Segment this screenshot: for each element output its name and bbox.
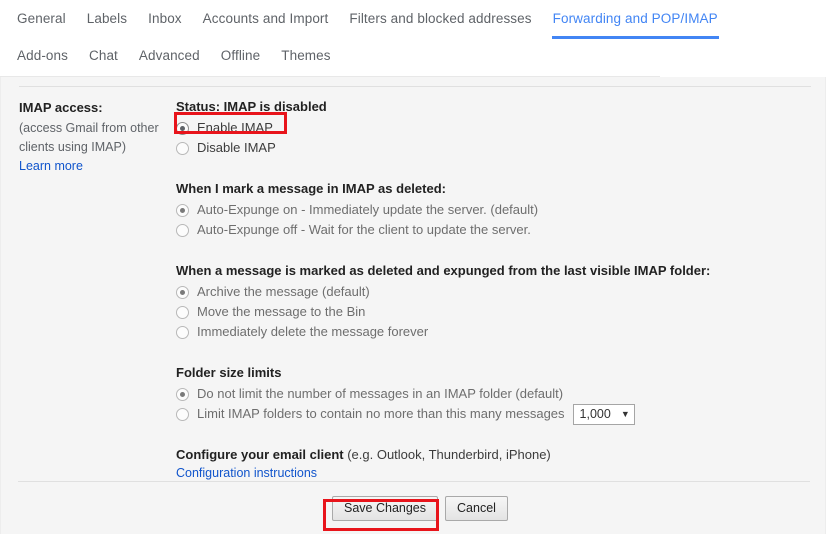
tab-forwarding-and-pop-imap[interactable]: Forwarding and POP/IMAP [551,0,719,39]
radio-no-folder-limit[interactable]: Do not limit the number of messages in a… [176,384,816,404]
tab-labels[interactable]: Labels [87,0,127,26]
radio-delete-forever[interactable]: Immediately delete the message forever [176,322,816,342]
radio-limit-folder-size-indicator[interactable] [176,407,189,421]
footer-button-group: Save Changes Cancel [332,496,508,521]
configure-email-client-examples: (e.g. Outlook, Thunderbird, iPhone) [343,447,551,462]
imap-access-subtitle-line1: (access Gmail from other [19,121,159,135]
tab-row-primary: General Labels Inbox Accounts and Import… [0,0,826,39]
tab-accounts-and-import-label: Accounts and Import [202,11,329,26]
radio-auto-expunge-off[interactable]: Auto-Expunge off - Wait for the client t… [176,220,816,240]
radio-enable-imap[interactable]: Enable IMAP [176,118,816,138]
cancel-button[interactable]: Cancel [445,496,508,521]
imap-status-text: Status: IMAP is disabled [176,99,327,114]
radio-auto-expunge-on-label: Auto-Expunge on - Immediately update the… [197,202,539,217]
radio-auto-expunge-off-indicator[interactable] [176,223,189,237]
radio-limit-folder-size-label: Limit IMAP folders to contain no more th… [197,406,565,421]
tab-offline[interactable]: Offline [221,38,260,63]
tab-themes-label: Themes [281,48,331,63]
radio-enable-imap-indicator[interactable] [176,121,189,135]
radio-archive-message-label: Archive the message (default) [197,284,370,299]
radio-auto-expunge-on-indicator[interactable] [176,203,189,217]
tab-chat[interactable]: Chat [89,38,118,63]
radio-delete-forever-indicator[interactable] [176,325,189,339]
footer-divider [18,481,810,482]
tab-general-label: General [17,11,66,26]
settings-tab-bar: General Labels Inbox Accounts and Import… [0,0,826,77]
auto-expunge-heading: When I mark a message in IMAP as deleted… [176,181,446,196]
settings-content-area: IMAP access: (access Gmail from other cl… [0,77,826,534]
configure-email-client-bold: Configure your email client [176,447,344,462]
radio-move-to-bin-label: Move the message to the Bin [197,304,366,319]
configure-email-client-section: Configure your email client (e.g. Outloo… [176,446,816,483]
radio-disable-imap-label: Disable IMAP [197,140,276,155]
folder-size-limit-value: 1,000 [579,407,611,421]
radio-move-to-bin[interactable]: Move the message to the Bin [176,302,816,322]
tab-inbox[interactable]: Inbox [148,0,182,26]
tab-filters-and-blocked-addresses[interactable]: Filters and blocked addresses [349,0,531,26]
tab-add-ons-label: Add-ons [17,48,68,63]
tab-labels-label: Labels [86,11,128,26]
tab-chat-label: Chat [88,48,118,63]
tab-advanced[interactable]: Advanced [139,38,200,63]
imap-access-label-column: IMAP access: (access Gmail from other cl… [19,99,177,176]
radio-limit-folder-size[interactable]: Limit IMAP folders to contain no more th… [176,403,816,425]
radio-auto-expunge-on[interactable]: Auto-Expunge on - Immediately update the… [176,200,816,220]
expunged-action-heading: When a message is marked as deleted and … [176,263,711,278]
tab-forwarding-and-pop-imap-label: Forwarding and POP/IMAP [552,11,718,26]
radio-auto-expunge-off-label: Auto-Expunge off - Wait for the client t… [197,222,531,237]
imap-status-block: Status: IMAP is disabled Enable IMAP Dis… [176,99,816,158]
tab-themes[interactable]: Themes [281,38,330,63]
folder-size-limits-section: Folder size limits Do not limit the numb… [176,364,816,425]
radio-move-to-bin-indicator[interactable] [176,305,189,319]
tab-inbox-label: Inbox [148,11,182,26]
tab-offline-label: Offline [220,48,261,63]
folder-size-limits-heading: Folder size limits [176,365,282,380]
radio-disable-imap[interactable]: Disable IMAP [176,138,816,158]
tab-advanced-label: Advanced [138,48,200,63]
expunged-action-section: When a message is marked as deleted and … [176,262,816,342]
save-changes-button[interactable]: Save Changes [332,496,439,521]
learn-more-link[interactable]: Learn more [19,157,83,176]
tab-row-secondary: Add-ons Chat Advanced Offline Themes [0,38,826,77]
imap-access-subtitle-line2: clients using IMAP) [19,140,126,154]
tab-accounts-and-import[interactable]: Accounts and Import [203,0,329,26]
radio-disable-imap-indicator[interactable] [176,141,189,155]
radio-archive-message-indicator[interactable] [176,285,189,299]
active-tab-underline [551,35,719,39]
configure-email-client-heading: Configure your email client (e.g. Outloo… [176,446,816,464]
radio-no-folder-limit-label: Do not limit the number of messages in a… [197,386,564,401]
radio-enable-imap-label: Enable IMAP [197,120,273,135]
auto-expunge-section: When I mark a message in IMAP as deleted… [176,180,816,240]
settings-footer: Save Changes Cancel [0,481,826,534]
imap-settings-column: Status: IMAP is disabled Enable IMAP Dis… [176,99,816,483]
radio-delete-forever-label: Immediately delete the message forever [197,324,429,339]
tab-add-ons[interactable]: Add-ons [17,38,68,63]
radio-no-folder-limit-indicator[interactable] [176,387,189,401]
tab-general[interactable]: General [17,0,66,26]
chevron-down-icon: ▼ [620,408,630,419]
radio-archive-message[interactable]: Archive the message (default) [176,282,816,302]
imap-access-title: IMAP access: [19,100,103,115]
tab-filters-and-blocked-addresses-label: Filters and blocked addresses [349,11,532,26]
content-top-divider [19,86,811,87]
folder-size-limit-select[interactable]: 1,000 ▼ [572,403,635,425]
